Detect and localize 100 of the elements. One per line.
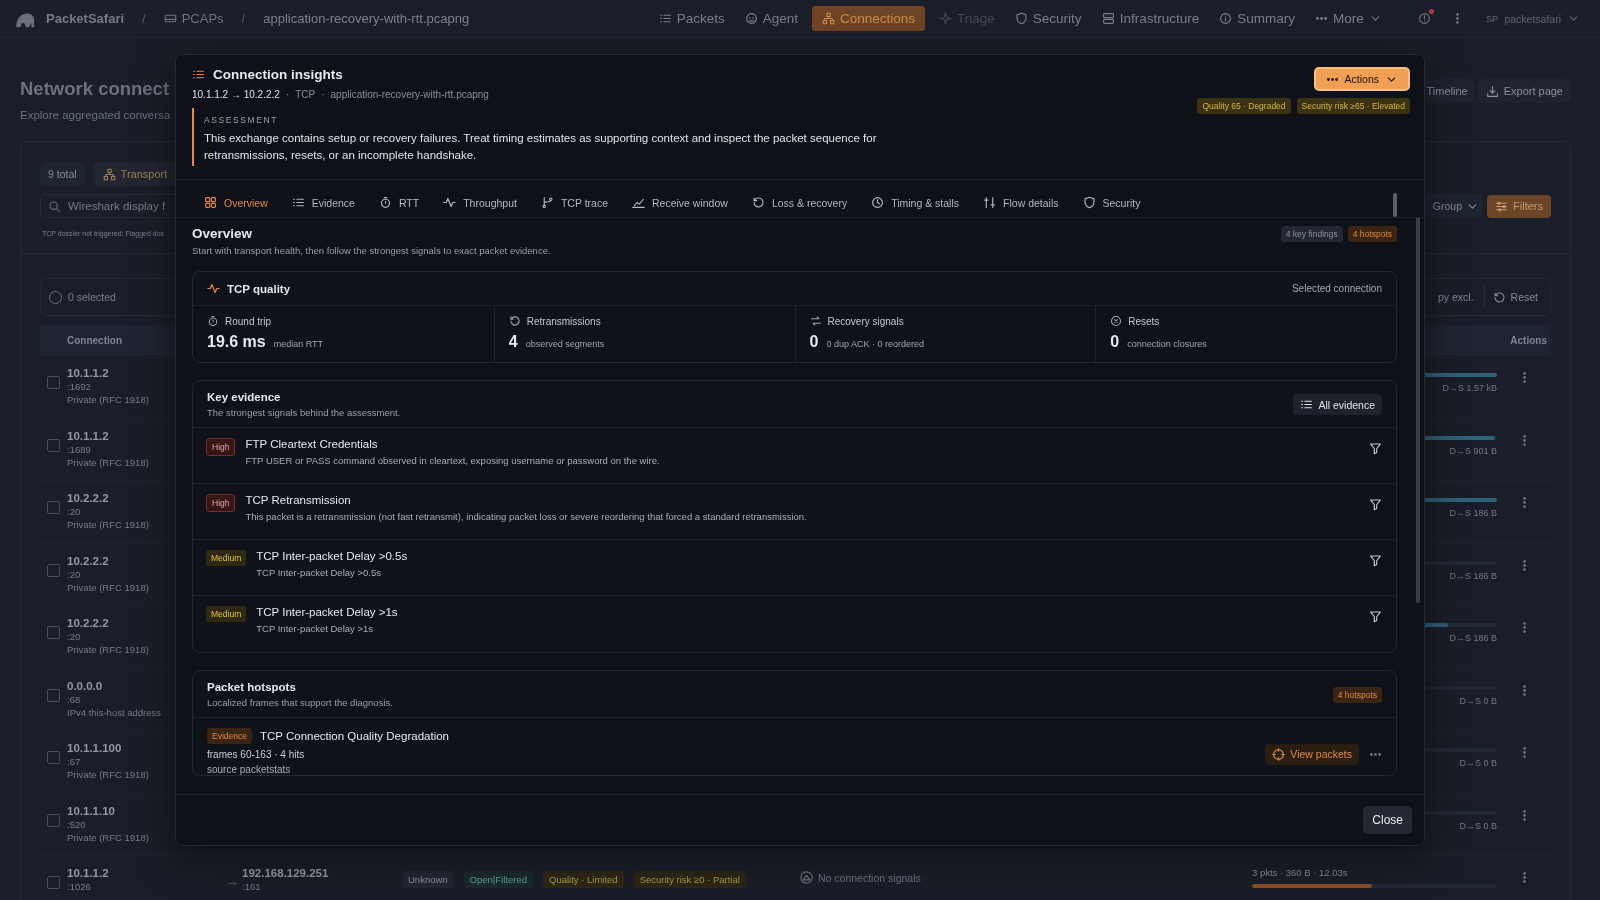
traffic-text: D→S 901 B: [1449, 445, 1497, 456]
finding-detail: TCP Inter-packet Delay >1s: [256, 623, 374, 634]
port-text: :67: [67, 756, 81, 767]
separator-dot: ·: [285, 89, 290, 100]
port-text: :520: [67, 818, 86, 830]
metric-label: Resets: [1128, 315, 1160, 327]
card-title: Key evidence: [207, 391, 282, 403]
status-badge: Open|Filtered: [463, 871, 533, 888]
traffic-text: D→S 0 B: [1459, 695, 1497, 706]
scope-text: Private (RFC 1918): [67, 456, 149, 468]
address-text: 10.2.2.2: [67, 492, 109, 504]
scope-text: Private (RFC 1918): [67, 769, 149, 780]
traffic-text: D→S 1.57 kB: [1442, 383, 1497, 393]
address-text: 10.1.1.10: [67, 804, 115, 817]
traffic-text: D→S 186 B: [1449, 508, 1497, 518]
port-text: :1026: [67, 881, 91, 892]
metric-value: 0: [1110, 333, 1120, 351]
finding-title: TCP Inter-packet Delay >0.5s: [256, 550, 409, 562]
metric-detail: median RTT: [273, 339, 324, 349]
protocol-text: TCP: [295, 89, 316, 100]
file-name: application-recovery-with-rtt.pcapng: [330, 89, 489, 100]
traffic-text: D→S 186 B: [1449, 633, 1497, 643]
card-title: Packet hotspots: [207, 681, 297, 693]
card-subtitle: The strongest signals behind the assessment.: [207, 407, 401, 418]
metric-label: Retransmissions: [526, 315, 601, 327]
port-text: :1692: [67, 381, 91, 392]
finding-title: TCP Retransmission: [245, 494, 352, 506]
finding-title: TCP Inter-packet Delay >1s: [256, 606, 399, 618]
status-badge: Unknown: [402, 871, 454, 888]
signals-text: No connection signals: [818, 871, 921, 884]
status-badge: Security risk ≥0 · Partial: [633, 871, 746, 888]
status-badge: Quality · Limited: [543, 871, 624, 888]
hotspot-title: TCP Connection Quality Degradation: [259, 730, 449, 742]
metric-detail: connection closures: [1127, 339, 1207, 349]
address-text: 0.0.0.0: [67, 679, 103, 692]
source-text: source packetstats: [207, 764, 292, 775]
port-text: :20: [67, 506, 81, 517]
severity-badge: High: [206, 438, 236, 456]
severity-badge: High: [206, 494, 236, 512]
metric-value: 4: [508, 333, 518, 351]
evidence-tag: Evidence: [207, 728, 252, 744]
metric-detail: 0 dup ACK · 0 reordered: [826, 339, 924, 349]
scope-label: Selected connection: [1291, 283, 1382, 294]
card-subtitle: Localized frames that support the diagnosis.: [207, 697, 393, 708]
metric-detail: observed segments: [525, 339, 605, 349]
dialog-title: Connection insights: [213, 67, 343, 82]
address-text: 10.2.2.2: [67, 617, 109, 629]
route-text: 10.1.1.2 → 10.2.2.2: [192, 89, 280, 100]
scope-text: Private (RFC 1918): [67, 519, 149, 530]
address-text: 10.1.1.100: [67, 742, 122, 754]
breadcrumb-separator: /: [241, 11, 246, 26]
column-header: Connection: [67, 335, 122, 346]
port-text: :1689: [67, 443, 91, 455]
traffic-stats: 3 pkts · 360 B · 12.03s: [1252, 867, 1348, 878]
metric-value: 19.6 ms: [207, 333, 266, 351]
finding-detail: FTP USER or PASS command observed in cleartext, exposing username or password on the wire.: [245, 455, 661, 466]
count-badge: 4 hotspots: [1332, 686, 1382, 703]
metric-label: Recovery signals: [827, 315, 904, 327]
address-text: 10.1.1.2: [67, 367, 109, 379]
finding-title: FTP Cleartext Credentials: [245, 438, 379, 450]
card-title: TCP quality: [227, 282, 291, 295]
port-text: :20: [67, 631, 81, 642]
address-text: 10.1.1.2: [67, 867, 109, 879]
frames-text: frames 60-163 · 4 hits: [207, 749, 306, 760]
column-header: Actions: [1510, 335, 1547, 346]
assessment-text: This exchange contains setup or recovery failures. Treat timing estimates as supporting context and inspect the packet sequence for retransmissions, resets, or an incomplete handshake.: [204, 131, 878, 163]
traffic-text: D→S 0 B: [1459, 758, 1497, 768]
status-badge: Quality 65 · Degraded: [1197, 98, 1291, 114]
scope-text: IPv4 this-host address: [67, 706, 161, 718]
scope-text: Private (RFC 1918): [67, 394, 149, 405]
brand-name: PacketSafari: [46, 11, 125, 26]
status-badge: Security risk ≥65 · Elevated: [1296, 98, 1410, 114]
finding-detail: This packet is a retransmission (not fast retransmit), indicating packet loss or severe reordering that forced a standard retransmission.: [245, 511, 808, 522]
metric-value: 0: [809, 333, 819, 351]
page-subtitle: Explore aggregated conversa: [20, 109, 171, 121]
port-text: :161: [242, 881, 261, 892]
traffic-text: D→S 186 B: [1449, 570, 1497, 581]
count-badge: 4 hotspots: [1347, 226, 1397, 242]
scope-text: Private (RFC 1918): [67, 581, 149, 593]
traffic-text: D→S 0 B: [1459, 820, 1497, 831]
selection-count: 0 selected: [68, 291, 116, 303]
section-title: Overview: [192, 226, 254, 241]
assessment-label: ASSESSMENT: [204, 115, 279, 125]
breadcrumb-separator: /: [142, 11, 146, 26]
peer-address-text: 192.168.129.251: [242, 867, 329, 879]
finding-detail: TCP Inter-packet Delay >0.5s: [256, 567, 382, 578]
address-text: 10.1.1.2: [67, 429, 109, 442]
severity-badge: Medium: [206, 606, 247, 622]
page-title: Network connect: [20, 78, 171, 100]
total-count: 9 total: [40, 162, 85, 186]
section-subtitle: Start with transport health, then follow the strongest signals to exact packet evidence.: [192, 245, 551, 256]
severity-badge: Medium: [206, 550, 247, 566]
separator-dot: ·: [321, 89, 325, 100]
address-text: 10.2.2.2: [67, 554, 109, 567]
port-text: :20: [67, 568, 81, 580]
scope-text: Private (RFC 1918): [67, 831, 149, 843]
scope-text: Private (RFC 1918): [67, 644, 149, 655]
count-badge: 4 key findings: [1280, 226, 1343, 242]
port-text: :68: [67, 693, 81, 705]
metric-label: Round trip: [225, 315, 272, 327]
